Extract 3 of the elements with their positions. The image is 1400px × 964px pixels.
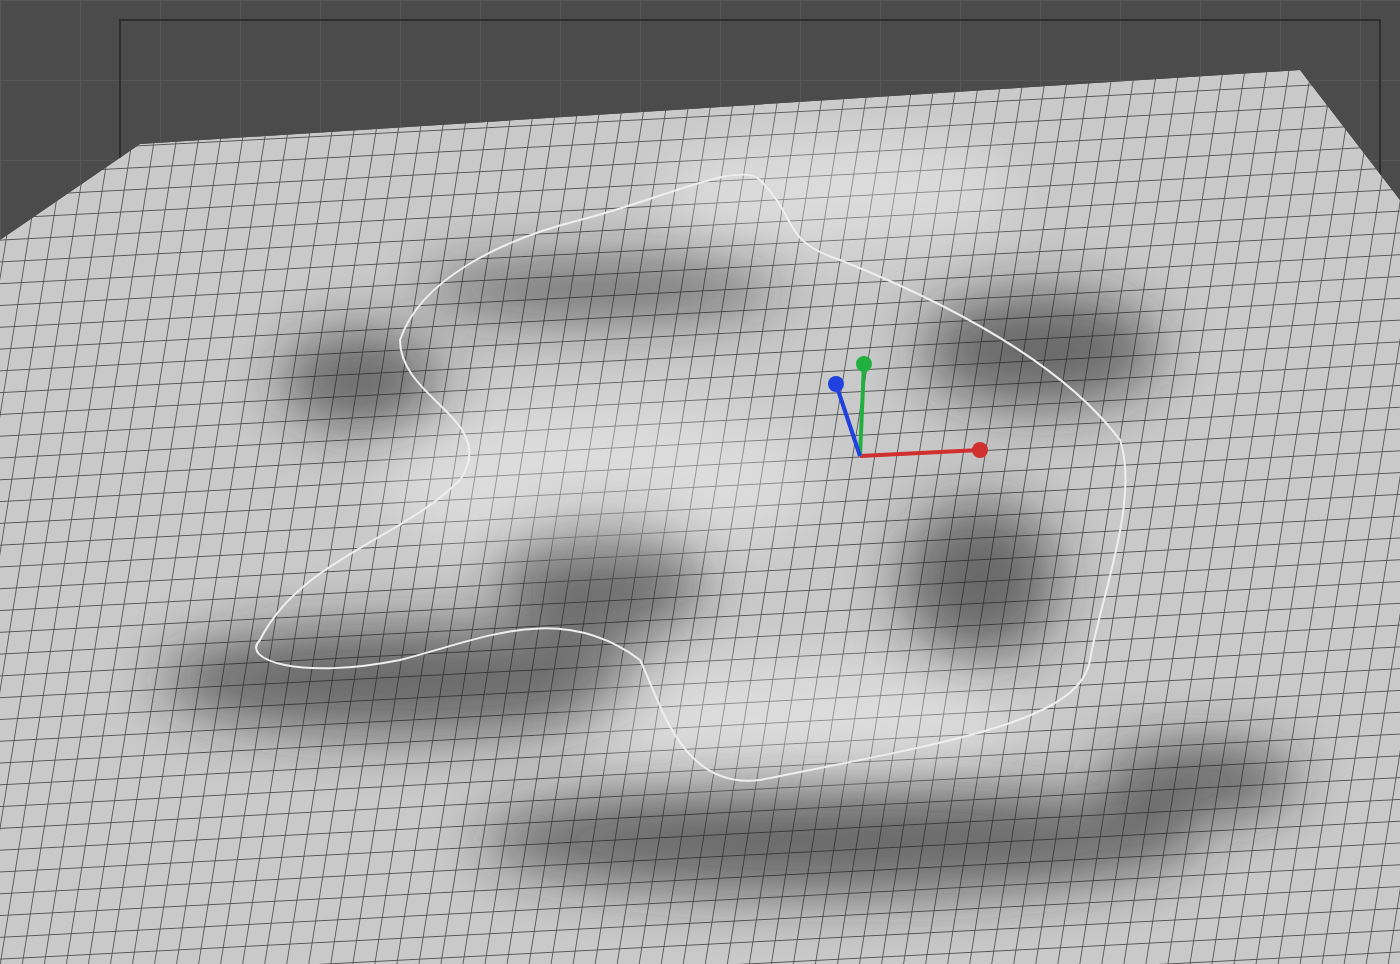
axis-arrow[interactable] (828, 376, 862, 457)
axis-arrow[interactable] (859, 442, 988, 458)
axis-arrow[interactable] (856, 356, 872, 457)
